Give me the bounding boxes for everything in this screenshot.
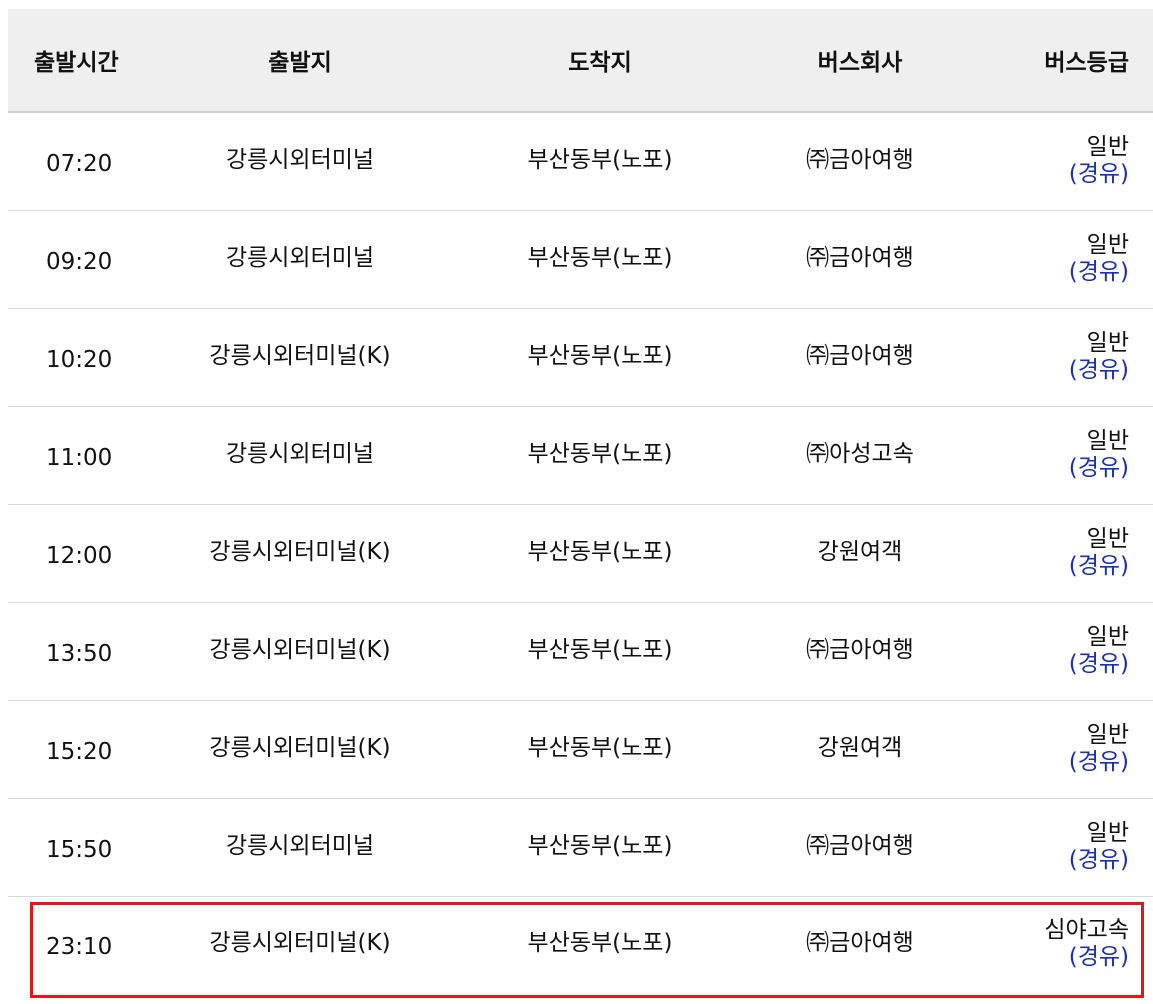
table-row[interactable]: 15:50 강릉시외터미널 부산동부(노포) ㈜금아여행 일반 (경유) [8,798,1153,897]
via-label: (경유) [1068,944,1129,971]
header-departure-time: 출발시간 [8,9,150,113]
grade-label: 일반 [1086,820,1129,846]
via-label: (경유) [1068,455,1129,481]
cell-company: ㈜금아여행 [750,602,970,701]
cell-to: 부산동부(노포) [450,112,750,211]
cell-from: 강릉시외터미널 [150,112,450,211]
header-departure-place: 출발지 [150,9,450,113]
table-row[interactable]: 10:20 강릉시외터미널(K) 부산동부(노포) ㈜금아여행 일반 (경유) [8,308,1153,407]
cell-company: ㈜금아여행 [750,798,970,897]
via-label: (경유) [1068,357,1129,383]
cell-grade: 일반 (경유) [970,112,1153,211]
cell-from: 강릉시외터미널 [150,406,450,505]
via-label: (경유) [1068,259,1129,285]
table-row[interactable]: 15:20 강릉시외터미널(K) 부산동부(노포) 강원여객 일반 (경유) [8,700,1153,799]
bus-schedule-table: 출발시간 출발지 도착지 버스회사 버스등급 07:20 강릉시외터미널 부산동… [8,9,1153,992]
cell-to: 부산동부(노포) [527,930,673,957]
cell-grade: 일반 (경유) [970,308,1153,407]
cell-from: 강릉시외터미널(K) [150,700,450,799]
cell-company: ㈜금아여행 [750,210,970,309]
cell-from: 강릉시외터미널(K) [150,602,450,701]
cell-company: ㈜금아여행 [806,930,914,957]
cell-to: 부산동부(노포) [450,798,750,897]
cell-time: 15:20 [8,700,150,799]
grade-label: 일반 [1086,428,1129,454]
cell-from: 강릉시외터미널 [150,210,450,309]
cell-grade: 일반 (경유) [970,210,1153,309]
via-label: (경유) [1068,847,1129,873]
cell-from: 강릉시외터미널(K) [150,308,450,407]
cell-time: 10:20 [8,308,150,407]
grade-label: 일반 [1086,134,1129,161]
grade-label: 일반 [1086,232,1129,258]
header-arrival-place: 도착지 [450,9,750,113]
cell-from: 강릉시외터미널 [150,798,450,897]
cell-time: 15:50 [8,798,150,897]
cell-to: 부산동부(노포) [450,210,750,309]
cell-company: ㈜금아여행 [750,112,970,211]
table-header: 출발시간 출발지 도착지 버스회사 버스등급 [8,9,1153,113]
cell-company: ㈜금아여행 [750,308,970,407]
cell-from: 강릉시외터미널(K) [209,930,391,957]
cell-grade: 일반 (경유) [970,798,1153,897]
grade-label: 일반 [1086,330,1129,356]
table-row[interactable]: 13:50 강릉시외터미널(K) 부산동부(노포) ㈜금아여행 일반 (경유) [8,602,1153,701]
cell-time: 13:50 [8,602,150,701]
cell-grade: 일반 (경유) [970,504,1153,603]
via-label: (경유) [1068,651,1129,677]
cell-to: 부산동부(노포) [450,504,750,603]
header-bus-company: 버스회사 [750,9,970,113]
cell-grade: 일반 (경유) [970,700,1153,799]
header-row: 출발시간 출발지 도착지 버스회사 버스등급 [8,9,1153,113]
grade-label: 심야고속 [1044,917,1129,944]
table-row[interactable]: 11:00 강릉시외터미널 부산동부(노포) ㈜아성고속 일반 (경유) [8,406,1153,505]
cell-grade: 일반 (경유) [970,406,1153,505]
cell-time: 23:10 [46,934,113,961]
cell-company: 강원여객 [750,700,970,799]
cell-time: 07:20 [8,112,150,211]
via-label: (경유) [1068,749,1129,775]
cell-grade: 일반 (경유) [970,602,1153,701]
table-row[interactable]: 12:00 강릉시외터미널(K) 부산동부(노포) 강원여객 일반 (경유) [8,504,1153,603]
table-row[interactable]: 09:20 강릉시외터미널 부산동부(노포) ㈜금아여행 일반 (경유) [8,210,1153,309]
cell-grade: 심야고속 (경유) [970,896,1153,992]
via-label: (경유) [1068,161,1129,188]
bus-schedule-view: 출발시간 출발지 도착지 버스회사 버스등급 07:20 강릉시외터미널 부산동… [0,0,1153,1004]
cell-to: 부산동부(노포) [450,700,750,799]
cell-to: 부산동부(노포) [450,602,750,701]
grade-label: 일반 [1086,624,1129,650]
cell-company: ㈜아성고속 [750,406,970,505]
cell-to: 부산동부(노포) [450,406,750,505]
header-bus-grade: 버스등급 [970,9,1153,113]
cell-to: 부산동부(노포) [450,308,750,407]
cell-time: 09:20 [8,210,150,309]
grade-label: 일반 [1086,722,1129,748]
cell-from: 강릉시외터미널(K) [150,504,450,603]
table-row-selected[interactable]: 23:10 강릉시외터미널(K) 부산동부(노포) ㈜금아여행 심야고속 (경유… [8,896,1153,992]
cell-time: 11:00 [8,406,150,505]
grade-label: 일반 [1086,526,1129,552]
cell-company: 강원여객 [750,504,970,603]
table-row[interactable]: 07:20 강릉시외터미널 부산동부(노포) ㈜금아여행 일반 (경유) [8,112,1153,211]
cell-time: 12:00 [8,504,150,603]
table-body: 07:20 강릉시외터미널 부산동부(노포) ㈜금아여행 일반 (경유) 09:… [8,112,1153,992]
via-label: (경유) [1068,553,1129,579]
